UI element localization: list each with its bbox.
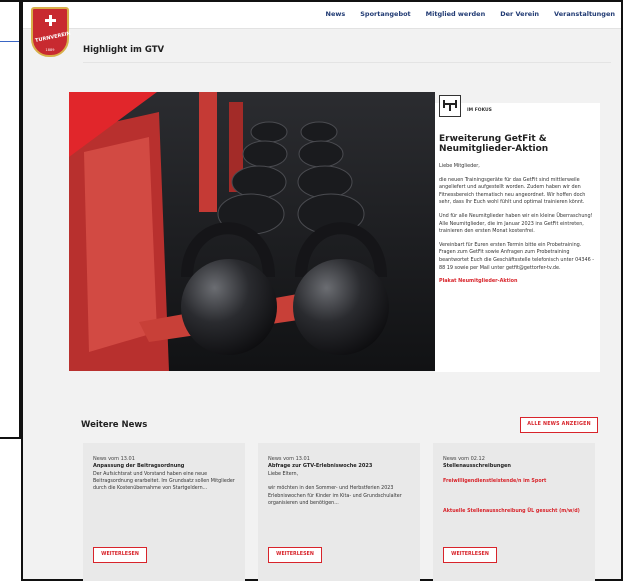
news-date: News vom 02.12 [443, 456, 485, 462]
news-title[interactable]: Stellenausschreibungen [443, 463, 588, 469]
cross-icon [45, 15, 56, 26]
highlight-title: Highlight im GTV [83, 45, 165, 55]
news-heading: Weitere News [81, 420, 148, 430]
news-title[interactable]: Anpassung der Beitragsordnung [93, 463, 238, 469]
paragraph: Liebe Mitglieder, [439, 163, 480, 169]
focus-body: Liebe Mitglieder, die neuen Trainingsger… [439, 163, 594, 292]
nav-news[interactable]: News [326, 10, 346, 18]
job-link[interactable]: Freiwilligendienstleistende/n im Sport [443, 478, 588, 485]
club-logo[interactable]: TURNVEREIN 1889 [31, 7, 72, 57]
background-window-edge [0, 0, 21, 439]
news-excerpt: Liebe Eltern, wir möchten in den Sommer-… [268, 472, 402, 506]
job-link[interactable]: Aktuelle Stellenausschreibung ÜL gesucht… [443, 508, 588, 515]
main-nav: News Sportangebot Mitglied werden Der Ve… [326, 10, 615, 18]
nav-sportangebot[interactable]: Sportangebot [360, 10, 410, 18]
browser-page: News Sportangebot Mitglied werden Der Ve… [21, 0, 623, 581]
nav-mitglied-werden[interactable]: Mitglied werden [426, 10, 486, 18]
divider [0, 41, 19, 42]
paragraph: Vereinbart für Euren ersten Termin bitte… [439, 241, 595, 271]
paragraph: die neuen Trainingsgeräte für das GetFit… [439, 176, 586, 206]
focus-title: Erweiterung GetFit & Neumitglieder-Aktio… [439, 134, 549, 155]
all-news-button[interactable]: ALLE NEWS ANZEIGEN [520, 417, 598, 433]
read-more-button[interactable]: WEITERLESEN [93, 547, 147, 563]
nav-veranstaltungen[interactable]: Veranstaltungen [554, 10, 615, 18]
news-card[interactable]: News vom 13.01 Abfrage zur GTV-Erlebnisw… [258, 443, 420, 581]
paragraph: Und für alle Neumitglieder haben wir ein… [439, 212, 593, 235]
news-date: News vom 13.01 [268, 456, 310, 462]
logo-text: TURNVEREIN [34, 30, 72, 45]
nav-der-verein[interactable]: Der Verein [500, 10, 539, 18]
focus-label: IM FOKUS [467, 108, 492, 113]
news-card[interactable]: News vom 02.12 Stellenausschreibungen Fr… [433, 443, 595, 581]
news-excerpt: Freiwilligendienstleistende/n im Sport A… [443, 471, 588, 522]
logo-year: 1889 [45, 48, 55, 52]
focus-article: IM FOKUS Erweiterung GetFit & Neumitglie… [435, 95, 600, 372]
news-date: News vom 13.01 [93, 456, 135, 462]
read-more-button[interactable]: WEITERLESEN [268, 547, 322, 563]
divider [83, 62, 611, 63]
fitness-icon [439, 95, 461, 117]
news-title[interactable]: Abfrage zur GTV-Erlebniswoche 2023 [268, 463, 413, 469]
read-more-button[interactable]: WEITERLESEN [443, 547, 497, 563]
decorative-corner [69, 92, 157, 157]
poster-link[interactable]: Plakat Neumitglieder-Aktion [439, 278, 517, 284]
site-header: News Sportangebot Mitglied werden Der Ve… [23, 2, 621, 29]
news-card[interactable]: News vom 13.01 Anpassung der Beitragsord… [83, 443, 245, 581]
news-excerpt: Der Aufsichtsrat und Vorstand haben eine… [93, 472, 235, 492]
